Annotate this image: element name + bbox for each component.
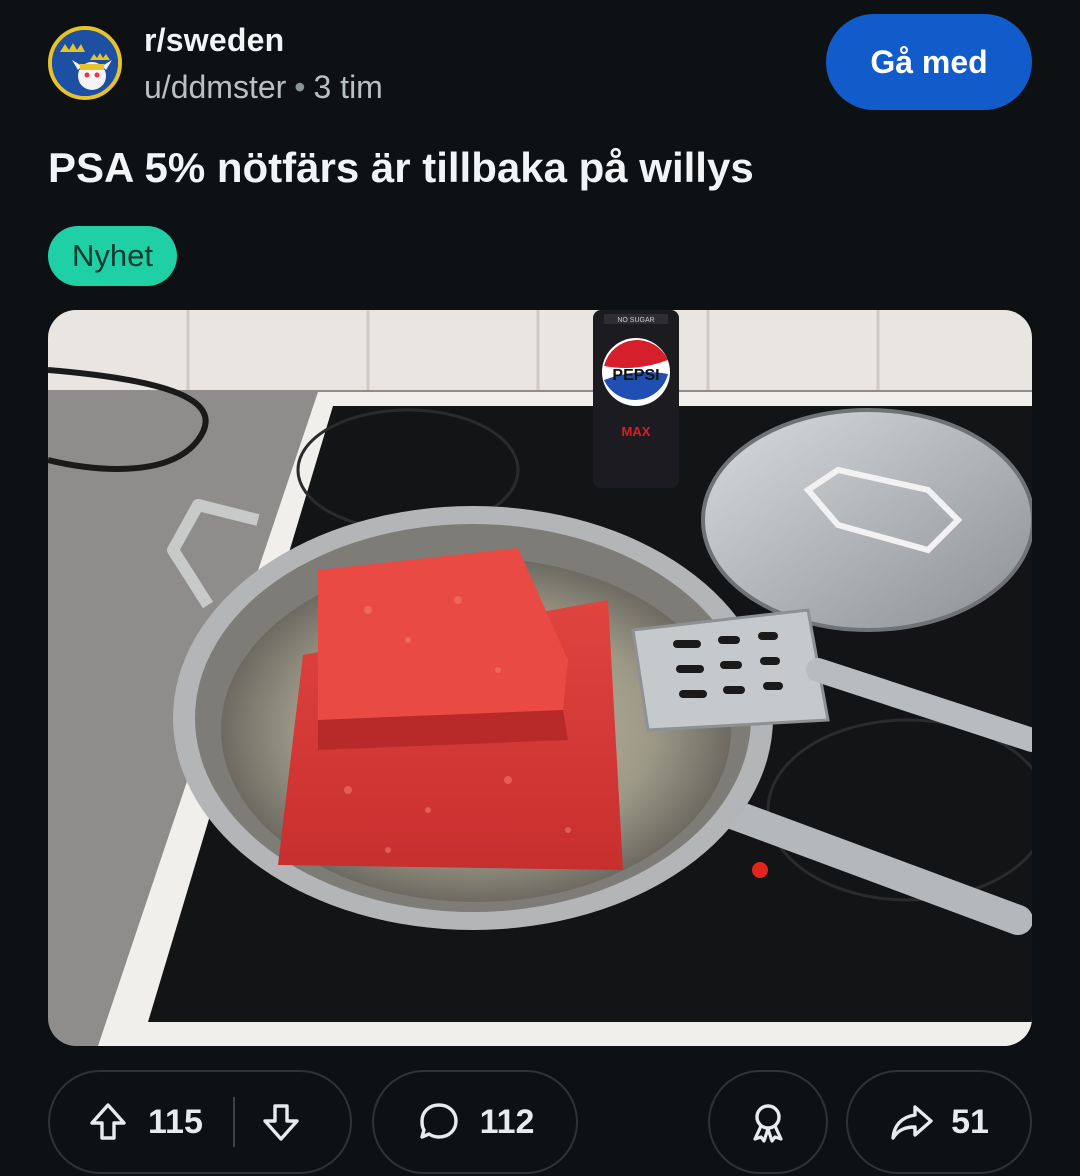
award-button[interactable] xyxy=(708,1070,828,1174)
post-image[interactable]: NO SUGAR PEPSI MAX xyxy=(48,310,1032,1046)
subreddit-avatar[interactable] xyxy=(48,26,122,100)
action-bar: 115 112 51 xyxy=(48,1070,1032,1174)
post-image-drawing: NO SUGAR PEPSI MAX xyxy=(48,310,1032,1046)
award-icon xyxy=(745,1099,791,1145)
vote-divider xyxy=(232,1097,235,1147)
separator-dot: • xyxy=(294,69,306,105)
upvote-button[interactable] xyxy=(86,1100,130,1144)
downvote-icon xyxy=(259,1100,303,1144)
author-name[interactable]: u/ddmster xyxy=(144,69,286,105)
join-button[interactable]: Gå med xyxy=(826,14,1032,110)
downvote-button[interactable] xyxy=(259,1100,303,1144)
byline: u/ddmster • 3 tim xyxy=(144,69,383,106)
can-label: PEPSI xyxy=(612,367,659,384)
share-count: 51 xyxy=(951,1102,989,1141)
share-button[interactable]: 51 xyxy=(846,1070,1032,1174)
upvote-count: 115 xyxy=(148,1102,203,1141)
comment-icon xyxy=(416,1099,462,1145)
post-header: r/sweden u/ddmster • 3 tim Gå med xyxy=(48,14,1032,114)
can-top-text: NO SUGAR xyxy=(617,317,654,324)
upvote-icon xyxy=(86,1100,130,1144)
can-sublabel: MAX xyxy=(622,424,651,439)
subreddit-name[interactable]: r/sweden xyxy=(144,22,383,59)
vote-pill: 115 xyxy=(48,1070,352,1174)
comments-button[interactable]: 112 xyxy=(372,1070,578,1174)
post-time: 3 tim xyxy=(313,69,383,105)
comment-count: 112 xyxy=(479,1102,535,1141)
post-flair[interactable]: Nyhet xyxy=(48,226,177,286)
share-icon xyxy=(889,1099,935,1145)
post-title[interactable]: PSA 5% nötfärs är tillbaka på willys xyxy=(48,144,754,192)
post-meta: r/sweden u/ddmster • 3 tim xyxy=(144,22,383,106)
